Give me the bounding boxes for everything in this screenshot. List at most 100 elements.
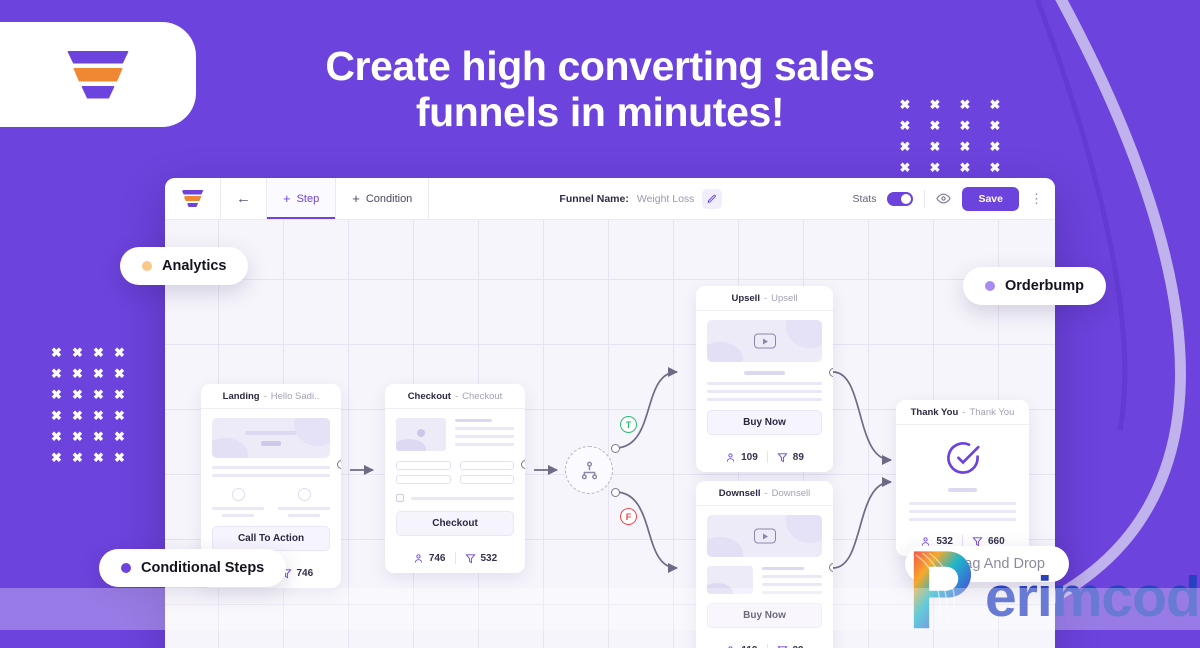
funnel-node-checkout[interactable]: Checkout - Checkout	[385, 384, 525, 573]
node-header: Landing - Hello Sadi..	[201, 384, 341, 409]
feature-pill-analytics[interactable]: Analytics	[120, 247, 248, 285]
decorative-x-icon: ✖	[890, 119, 920, 140]
node-header: Checkout - Checkout	[385, 384, 525, 409]
node-preview: Buy Now	[696, 311, 833, 443]
add-condition-button[interactable]: + Condition	[336, 178, 429, 219]
more-options-button[interactable]: ⋮	[1030, 196, 1043, 202]
preview-video-block	[707, 320, 822, 362]
decorative-x-icon: ✖	[890, 98, 920, 119]
node-title: Thank You	[911, 407, 959, 418]
decorative-x-icon: ✖	[46, 346, 67, 367]
page-title: Create high converting sales funnels in …	[0, 44, 1200, 136]
plus-icon: +	[352, 192, 360, 205]
conversions-stat: 660	[972, 536, 1005, 547]
feature-pill-orderbump[interactable]: Orderbump	[963, 267, 1106, 305]
condition-true-badge: T	[620, 416, 637, 433]
arrow-left-icon: ←	[236, 190, 251, 207]
decorative-x-icon: ✖	[980, 140, 1010, 161]
node-subtitle: Upsell	[771, 293, 797, 304]
node-subtitle: Downsell	[772, 488, 811, 499]
decorative-x-icon: ✖	[67, 346, 88, 367]
conversions-stat: 89	[777, 452, 804, 463]
toolbar-logo[interactable]	[165, 178, 221, 219]
sitemap-icon	[580, 461, 599, 480]
funnel-node-upsell[interactable]: Upsell - Upsell Buy Now 109	[696, 286, 833, 472]
condition-node[interactable]	[565, 446, 613, 494]
person-icon	[725, 645, 736, 648]
success-check-icon	[944, 439, 982, 477]
decorative-x-icon: ✖	[46, 388, 67, 409]
node-output-port[interactable]	[829, 368, 833, 377]
node-preview: Call To Action	[201, 409, 341, 559]
preview-button[interactable]	[936, 191, 951, 206]
node-header: Upsell - Upsell	[696, 286, 833, 311]
decorative-x-icon: ✖	[46, 430, 67, 451]
decorative-x-grid-top: ✖✖✖✖✖✖✖✖✖✖✖✖✖✖✖✖	[890, 98, 1010, 182]
pill-dot-icon	[985, 281, 995, 291]
node-stats: 109 89	[696, 443, 833, 472]
node-title: Checkout	[408, 391, 451, 402]
visitors-stat: 746	[413, 553, 446, 564]
toolbar-actions: Stats Save ⋮	[853, 178, 1055, 219]
terms-checkbox[interactable]	[396, 494, 404, 502]
decorative-x-icon: ✖	[67, 367, 88, 388]
node-cta-button[interactable]: Call To Action	[212, 526, 330, 551]
decorative-x-icon: ✖	[920, 98, 950, 119]
decorative-x-icon: ✖	[890, 140, 920, 161]
funnel-icon	[777, 452, 788, 463]
person-icon	[725, 452, 736, 463]
decorative-x-icon: ✖	[88, 346, 109, 367]
decorative-x-icon: ✖	[67, 451, 88, 472]
condition-true-port[interactable]	[611, 444, 620, 453]
person-icon	[920, 536, 931, 547]
node-preview	[896, 425, 1029, 527]
node-output-port[interactable]	[337, 460, 341, 469]
decorative-x-icon: ✖	[950, 140, 980, 161]
decorative-x-grid-left: ✖✖✖✖✖✖✖✖✖✖✖✖✖✖✖✖✖✖✖✖✖✖✖✖	[46, 346, 130, 472]
play-icon	[754, 334, 776, 349]
decorative-x-icon: ✖	[950, 119, 980, 140]
visitors-stat: 119	[725, 645, 757, 648]
decorative-x-icon: ✖	[67, 388, 88, 409]
app-toolbar: ← + Step + Condition Funnel Name: Weight…	[165, 178, 1055, 220]
eye-icon	[936, 191, 951, 206]
condition-false-port[interactable]	[611, 488, 620, 497]
decorative-x-icon: ✖	[109, 346, 130, 367]
pill-dot-icon	[142, 261, 152, 271]
node-output-port[interactable]	[521, 460, 525, 469]
stats-label: Stats	[853, 193, 877, 205]
edit-funnel-name-button[interactable]	[702, 189, 722, 209]
decorative-x-icon: ✖	[109, 430, 130, 451]
feature-pill-conditional-steps[interactable]: Conditional Steps	[99, 549, 286, 587]
funnel-name-label: Funnel Name:	[559, 193, 628, 205]
add-step-button[interactable]: + Step	[267, 178, 336, 219]
decorative-x-icon: ✖	[109, 367, 130, 388]
node-title: Landing	[223, 391, 260, 402]
stats-toggle[interactable]	[887, 192, 913, 206]
toolbar-spacer-right	[722, 178, 852, 219]
node-output-port[interactable]	[829, 563, 833, 572]
back-button[interactable]: ←	[221, 178, 267, 219]
node-subtitle: Thank You	[969, 407, 1014, 418]
preview-hero-image	[212, 418, 330, 458]
pill-dot-icon	[121, 563, 131, 573]
node-cta-button[interactable]: Buy Now	[707, 410, 822, 435]
funnel-name-group: Funnel Name: Weight Loss	[559, 178, 722, 219]
node-subtitle: Checkout	[462, 391, 502, 402]
node-stats: 119 39	[696, 636, 833, 648]
node-cta-button[interactable]: Checkout	[396, 511, 514, 536]
decorative-x-icon: ✖	[109, 409, 130, 430]
node-preview: Checkout	[385, 409, 525, 544]
node-title: Upsell	[731, 293, 760, 304]
decorative-x-icon: ✖	[88, 388, 109, 409]
save-button[interactable]: Save	[962, 187, 1019, 211]
funnel-node-thankyou[interactable]: Thank You - Thank You	[896, 400, 1029, 556]
decorative-x-icon: ✖	[920, 119, 950, 140]
node-header: Downsell - Downsell	[696, 481, 833, 506]
decorative-x-icon: ✖	[109, 451, 130, 472]
play-icon	[754, 529, 776, 544]
preview-video-block	[707, 515, 822, 557]
funnel-icon	[972, 536, 983, 547]
pill-label: Analytics	[162, 258, 226, 274]
funnel-icon	[465, 553, 476, 564]
